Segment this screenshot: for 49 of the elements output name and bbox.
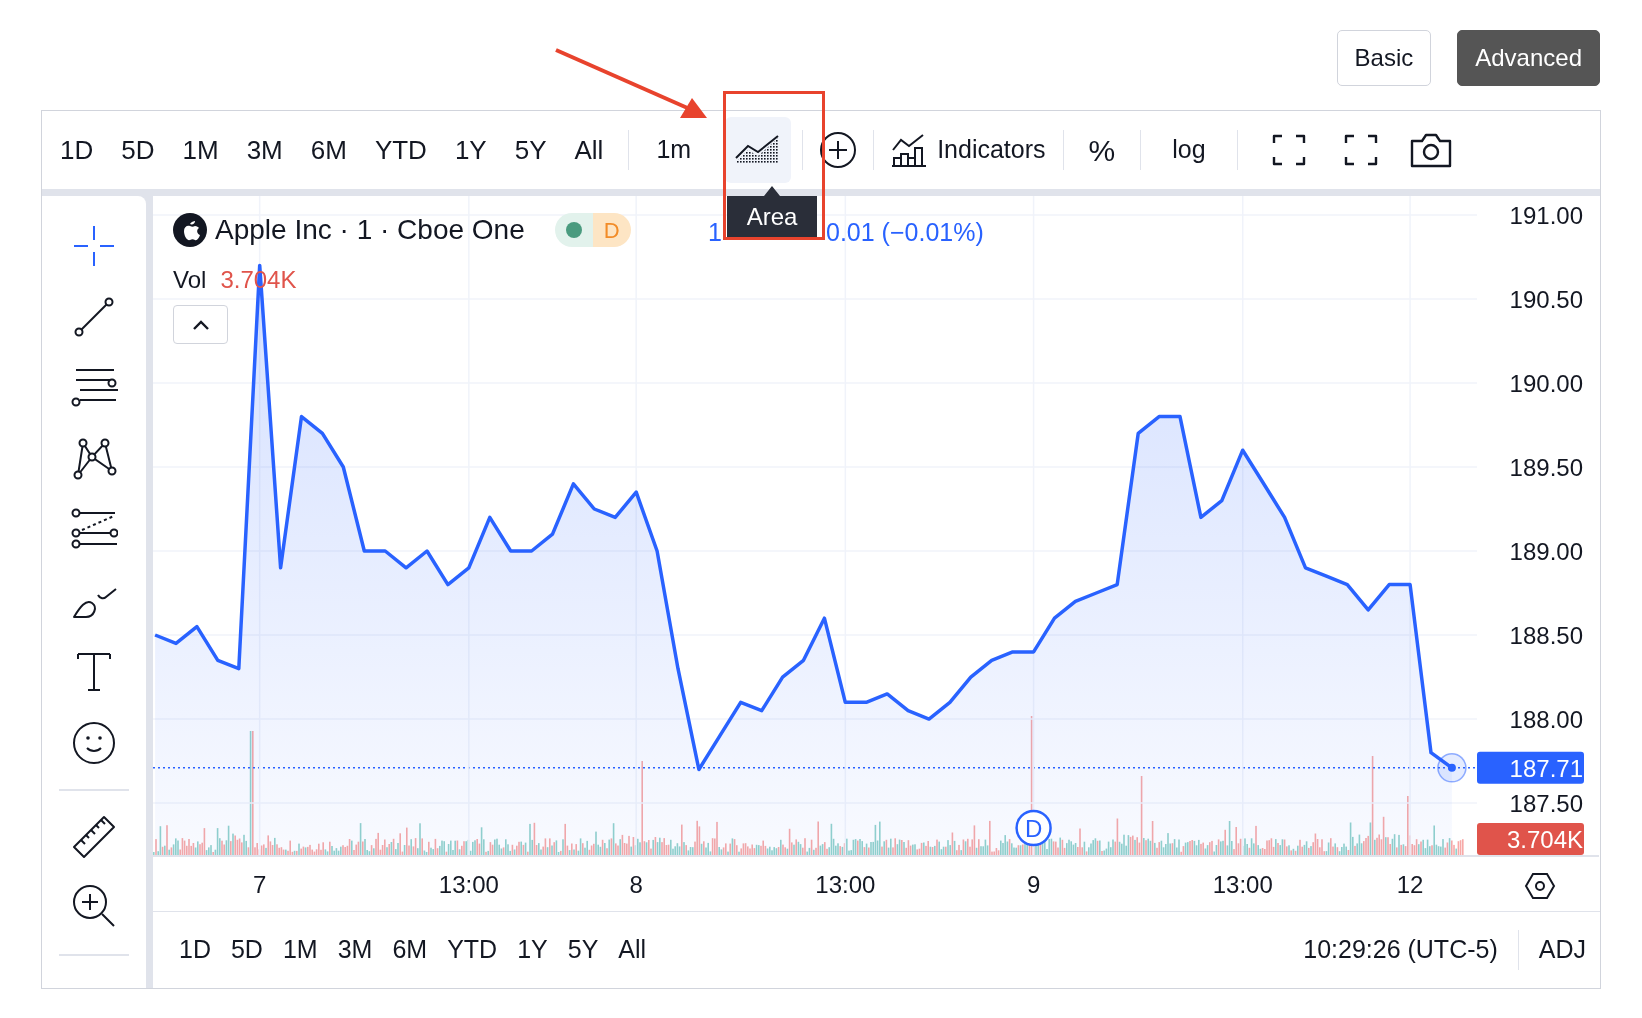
axis-label: 190.50 bbox=[1509, 286, 1583, 313]
range-button[interactable]: 1D bbox=[46, 128, 108, 172]
log-button[interactable]: log bbox=[1152, 128, 1226, 172]
axis-label: 13:00 bbox=[438, 871, 499, 898]
axis-label: 12 bbox=[1396, 871, 1424, 898]
symbol-title: Apple Inc · 1 · Cboe One bbox=[215, 213, 525, 247]
axis-label: 190.00 bbox=[1509, 370, 1583, 397]
dividend-marker[interactable]: D bbox=[1015, 809, 1052, 847]
range-button[interactable]: 5Y bbox=[557, 928, 609, 972]
axis-label: 189.50 bbox=[1509, 454, 1583, 481]
annotation: D bbox=[1024, 815, 1043, 842]
percent-button[interactable]: % bbox=[1074, 128, 1130, 172]
range-button[interactable]: 3M bbox=[327, 928, 383, 972]
axis-label: 13:00 bbox=[1212, 871, 1273, 898]
range-button[interactable]: YTD bbox=[437, 928, 508, 972]
mode-tab[interactable]: Basic bbox=[1336, 30, 1432, 86]
time-zone-clock[interactable]: 10:29:26 (UTC-5) bbox=[1303, 931, 1498, 969]
mode-tab[interactable]: Advanced bbox=[1457, 30, 1600, 86]
range-button[interactable]: 5D bbox=[220, 928, 273, 972]
range-button[interactable]: 1M bbox=[168, 128, 233, 172]
range-button[interactable]: All bbox=[560, 128, 618, 172]
axis-label: 13:00 bbox=[815, 871, 876, 898]
axis-label: 187.50 bbox=[1509, 790, 1583, 818]
volume-label: Vol bbox=[173, 265, 207, 295]
axis-label: 189.00 bbox=[1509, 538, 1583, 566]
price-value: 1 bbox=[708, 217, 722, 248]
range-button[interactable]: 1Y bbox=[440, 128, 501, 172]
axis-label: 188.00 bbox=[1509, 706, 1583, 734]
range-button[interactable]: All bbox=[608, 928, 657, 972]
range-button[interactable]: 1M bbox=[272, 928, 328, 972]
range-button[interactable]: 6M bbox=[382, 928, 438, 972]
range-button[interactable]: 5D bbox=[107, 128, 169, 172]
axis-label: 9 bbox=[1026, 871, 1041, 898]
adjust-button[interactable]: ADJ bbox=[1538, 928, 1586, 972]
range-button[interactable]: 6M bbox=[296, 128, 361, 172]
range-button[interactable]: 1D bbox=[169, 928, 221, 972]
price-tag: 187.71 bbox=[1477, 751, 1584, 784]
axis-label: 191.00 bbox=[1509, 202, 1583, 229]
axis-label: 7 bbox=[253, 871, 267, 898]
interval-button[interactable]: 1m bbox=[640, 128, 708, 172]
axis-label: 8 bbox=[629, 871, 643, 898]
axis-label: 188.50 bbox=[1509, 622, 1583, 650]
range-button[interactable]: 1Y bbox=[507, 928, 558, 972]
range-button[interactable]: 5Y bbox=[500, 128, 561, 172]
indicators-button[interactable]: Indicators bbox=[885, 126, 1052, 174]
range-button[interactable]: 3M bbox=[232, 128, 297, 172]
price-change: 0.01 (−0.01%) bbox=[826, 217, 984, 248]
range-button[interactable]: YTD bbox=[360, 128, 441, 172]
volume-tag: 3.704K bbox=[1477, 823, 1584, 855]
